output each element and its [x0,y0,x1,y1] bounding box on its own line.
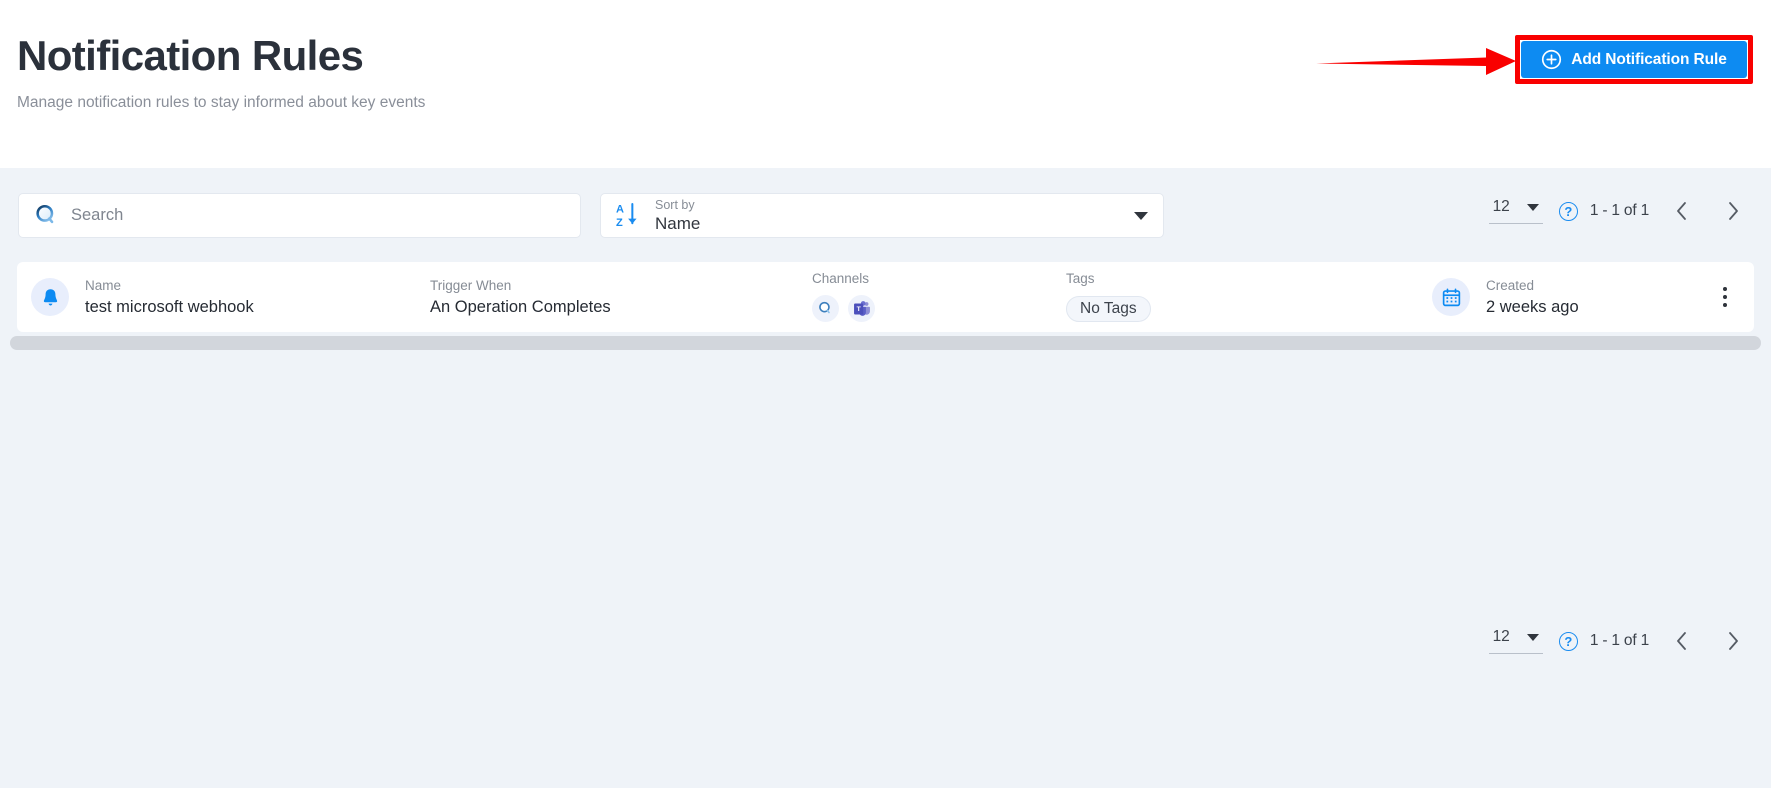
plus-circle-icon [1542,49,1562,70]
kebab-dot [1723,287,1727,291]
column-header-channels: Channels [812,270,870,286]
chevron-right-icon [1728,202,1738,220]
chevron-down-icon [1526,203,1539,211]
microsoft-teams-icon: T [853,300,870,316]
page-size-value: 12 [1492,198,1510,215]
chevron-right-icon [1728,632,1738,650]
trigger-texts: Trigger When An Operation Completes [430,279,611,315]
add-notification-rule-button[interactable]: Add Notification Rule [1521,41,1747,78]
kebab-dot [1723,295,1727,299]
cell-channels: Channels T [812,262,875,332]
kebab-dot [1723,303,1727,307]
page-subtitle: Manage notification rules to stay inform… [17,94,426,111]
cell-name: Name test microsoft webhook [31,262,254,332]
svg-text:Z: Z [616,217,623,229]
pagination-bottom: 12 ? 1 - 1 of 1 [1488,626,1751,656]
question-mark-glyph: ? [1564,633,1573,649]
channel-icon-list: T [812,295,875,323]
name-texts: Name test microsoft webhook [85,279,254,315]
channel-chip-microsoft-teams[interactable]: T [848,295,875,323]
column-header-trigger-when: Trigger When [430,278,512,293]
sort-by-value: Name [655,213,701,233]
tags-value-pill: No Tags [1066,295,1151,322]
next-page-button[interactable] [1715,626,1751,656]
trigger-when-value: An Operation Completes [430,297,611,316]
page-header: Notification Rules Manage notification r… [0,0,1771,168]
bell-icon [43,288,57,305]
kebab-menu-icon[interactable] [1710,277,1740,317]
add-notification-rule-label: Add Notification Rule [1571,50,1727,68]
cell-created: Created 2 weeks ago [1432,262,1579,332]
search-input[interactable] [71,206,566,225]
channel-chip-webhook[interactable] [812,295,839,323]
cell-trigger-when: Trigger When An Operation Completes [430,262,611,332]
chevron-down-icon [1134,211,1148,220]
sort-texts: Sort by Name [655,199,700,232]
horizontal-scrollbar[interactable] [10,336,1761,350]
calendar-icon [1442,287,1460,306]
webhook-icon [819,302,830,314]
next-page-button[interactable] [1715,196,1751,226]
pagination-range: 1 - 1 of 1 [1589,202,1649,219]
svg-text:A: A [616,204,624,216]
page-size-selector[interactable]: 12 [1488,198,1543,224]
rule-name-value: test microsoft webhook [85,297,254,316]
annotation-arrow-icon [1316,48,1516,75]
previous-page-button[interactable] [1663,196,1699,226]
created-value: 2 weeks ago [1486,297,1579,316]
cell-row-actions [1710,262,1740,332]
pagination-top: 12 ? 1 - 1 of 1 [1488,196,1751,226]
search-icon [36,204,54,224]
chevron-down-icon [1526,633,1539,641]
channels-texts: Channels T [812,272,875,323]
created-texts: Created 2 weeks ago [1486,279,1579,315]
column-header-tags: Tags [1066,271,1095,287]
previous-page-button[interactable] [1663,626,1699,656]
chevron-left-icon [1676,202,1686,220]
column-header-created: Created [1486,278,1535,293]
question-mark-glyph: ? [1564,203,1573,219]
toolbar: A Z Sort by Name 12 ? 1 - 1 of 1 [0,168,1771,258]
chevron-left-icon [1676,632,1686,650]
question-mark-icon[interactable]: ? [1558,201,1578,221]
pagination-range: 1 - 1 of 1 [1589,632,1649,649]
table-row[interactable]: Name test microsoft webhook Trigger When… [17,262,1754,332]
sort-alpha-down-icon: A Z [616,202,637,229]
sort-by-dropdown[interactable]: A Z Sort by Name [600,193,1164,238]
page-title: Notification Rules [17,32,364,79]
cell-tags: Tags No Tags [1066,262,1151,332]
bell-icon-badge [31,278,69,316]
page-size-selector[interactable]: 12 [1488,628,1543,654]
page-size-value: 12 [1492,628,1510,645]
tags-texts: Tags No Tags [1066,272,1151,322]
sort-by-label: Sort by [655,198,695,213]
column-header-name: Name [85,278,122,293]
calendar-icon-badge [1432,278,1470,316]
question-mark-icon[interactable]: ? [1558,631,1578,651]
search-box[interactable] [18,193,581,238]
header-text-block: Notification Rules Manage notification r… [17,30,425,113]
